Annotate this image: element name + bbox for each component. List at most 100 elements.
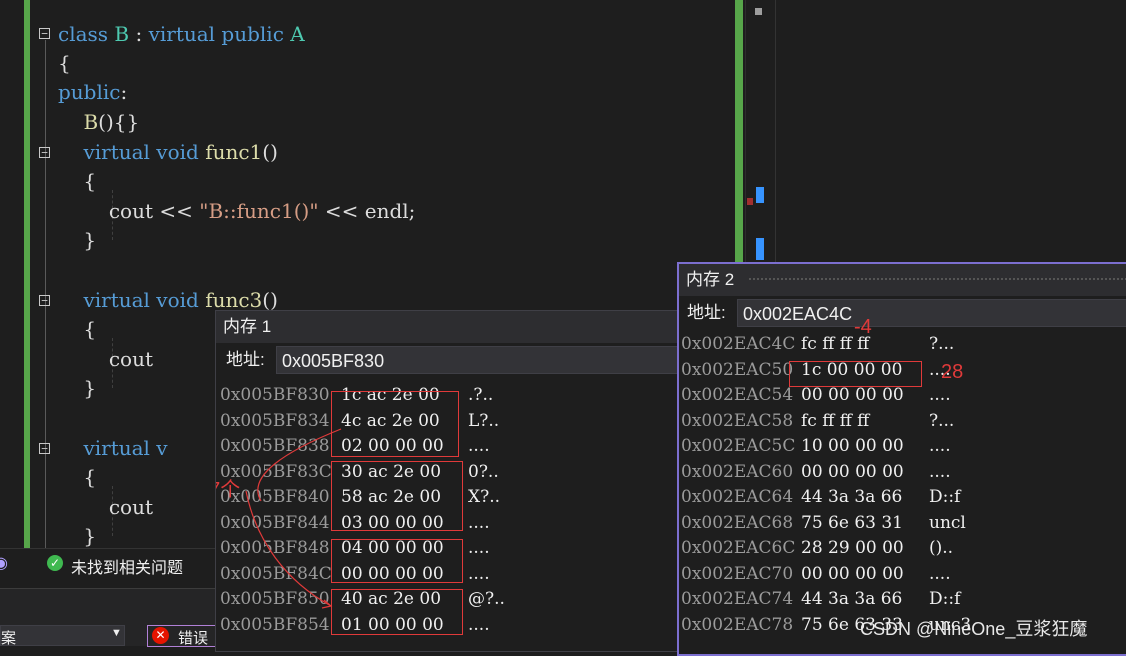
fold-toggle-icon[interactable]: − — [39, 147, 50, 158]
check-icon: ✓ — [47, 555, 63, 571]
code-line[interactable]: { — [58, 49, 71, 77]
scroll-marker — [756, 187, 764, 203]
code-token: << endl; — [318, 199, 416, 223]
highlight-box — [789, 361, 922, 387]
code-token: { — [58, 465, 97, 489]
memory-addr-cell: 0x002EAC54 — [681, 385, 794, 405]
annotation-minus4: -4 — [854, 316, 872, 338]
scroll-marker — [747, 198, 753, 205]
code-token: "B::func1()" — [199, 199, 319, 223]
code-token: { — [58, 169, 97, 193]
memory-addr-cell: 0x002EAC4C — [681, 334, 796, 354]
fold-toggle-icon[interactable]: − — [39, 443, 50, 454]
memory-hex-cell: 00 00 00 00 — [801, 461, 904, 482]
memory-hex-cell: 75 6e 63 31 — [801, 512, 903, 533]
code-line[interactable]: { — [58, 167, 96, 195]
code-token: { — [58, 51, 71, 75]
address-input[interactable]: 0x002EAC4C — [737, 299, 1126, 327]
memory-window-2-title-bar: 内存 2 — [679, 264, 1126, 296]
code-token: { — [58, 317, 97, 341]
code-token: (){} — [98, 110, 140, 134]
code-token: cout — [58, 347, 154, 371]
memory-row[interactable]: 0x002EAC6C 28 29 00 00 ().. — [679, 536, 1126, 562]
error-icon: ✕ — [152, 627, 169, 644]
memory-ascii-cell: .... — [929, 461, 951, 482]
code-line[interactable]: cout — [58, 345, 153, 373]
code-token: func1 — [205, 140, 263, 164]
editor-gutter — [0, 0, 24, 550]
code-token: : — [129, 22, 149, 46]
code-token: virtual v — [83, 436, 168, 460]
memory-row[interactable]: 0x002EAC60 00 00 00 00.... — [679, 460, 1126, 486]
info-icon: ◉ — [0, 555, 8, 572]
code-token: B — [83, 110, 99, 134]
fold-toggle-icon[interactable]: − — [39, 28, 50, 39]
code-token: } — [58, 524, 97, 548]
memory-addr-cell: 0x002EAC58 — [681, 410, 794, 431]
memory-addr-cell: 0x002EAC74 — [681, 589, 794, 609]
memory-window-2-address-bar: 地址: 0x002EAC4C — [679, 296, 1126, 330]
memory-window-2[interactable]: 内存 2 地址: 0x002EAC4C 0x002EAC4C fc ff ff f… — [677, 262, 1126, 656]
memory-row[interactable]: 0x002EAC68 75 6e 63 31 uncl — [679, 511, 1126, 537]
memory-addr-cell: 0x002EAC68 — [681, 512, 794, 533]
memory-row[interactable]: 0x002EAC5C 10 00 00 00.... — [679, 434, 1126, 460]
memory-ascii-cell: ?... — [929, 334, 955, 354]
code-line[interactable]: virtual v — [58, 434, 168, 462]
code-token: } — [58, 228, 97, 252]
memory-ascii-cell: .... — [929, 385, 951, 405]
memory-ascii-cell: D::f — [929, 487, 961, 507]
memory-row[interactable]: 0x002EAC70 00 00 00 00.... — [679, 562, 1126, 588]
memory-ascii-cell: uncl — [929, 512, 966, 533]
annotation-27: 27个 — [216, 479, 241, 501]
memory-hex-cell: 44 3a 3a 66 — [801, 487, 903, 507]
memory-addr-cell: 0x002EAC78 — [681, 614, 794, 635]
code-line[interactable]: virtual void func1() — [58, 138, 278, 166]
solution-dropdown[interactable]: 案 ▼ — [0, 625, 125, 647]
code-line[interactable]: class B : virtual public A — [58, 20, 305, 48]
issues-status-bar: ◉ ✓ 未找到相关问题 — [0, 548, 215, 579]
memory-row[interactable]: 0x002EAC58 fc ff ff ff?... — [679, 409, 1126, 435]
memory-row[interactable]: 0x002EAC74 44 3a 3a 66 D::f — [679, 587, 1126, 613]
code-line[interactable]: cout — [58, 493, 153, 521]
code-token: B — [114, 22, 130, 46]
memory-ascii-cell: ?... — [929, 410, 955, 431]
code-line[interactable]: public: — [58, 78, 127, 106]
fold-toggle-icon[interactable]: − — [39, 295, 50, 306]
memory-window-1[interactable]: 内存 1 地址: 0x005BF830 0x005BF830 1c ac 2e 0… — [215, 310, 679, 652]
watermark: CSDN @NineOne_豆浆狂魔 — [860, 619, 1088, 639]
memory-hex-cell: 00 00 00 00 — [801, 563, 904, 584]
annotation-arrows — [245, 428, 342, 609]
annotation-28: 28 — [941, 361, 964, 383]
code-token: () — [262, 288, 278, 312]
code-line[interactable]: } — [58, 226, 96, 254]
code-token: cout — [58, 495, 154, 519]
memory-addr-cell: 0x002EAC64 — [681, 487, 794, 507]
code-line[interactable]: } — [58, 522, 96, 550]
code-token: A — [290, 22, 305, 46]
memory-window-2-title: 内存 2 — [686, 270, 735, 289]
code-token: () — [262, 140, 278, 164]
code-token: cout << — [58, 199, 200, 223]
memory-addr-cell: 0x002EAC5C — [681, 436, 796, 456]
code-line[interactable]: } — [58, 374, 96, 402]
code-token: virtual void — [83, 288, 206, 312]
memory-addr-cell: 0x002EAC70 — [681, 563, 794, 584]
memory-ascii-cell: .... — [929, 563, 951, 584]
error-filter-button[interactable]: ✕ 错误 — [147, 625, 217, 647]
memory-hex-cell: fc ff ff ff — [801, 410, 870, 431]
memory-row[interactable]: 0x002EAC4C fc ff ff ff?... — [679, 332, 1126, 358]
change-indicator-bar — [24, 0, 30, 550]
scroll-marker — [755, 8, 762, 15]
code-token: } — [58, 376, 97, 400]
code-line[interactable]: cout << "B::func1()" << endl; — [58, 197, 416, 225]
code-token: public — [58, 80, 121, 104]
address-label: 地址: — [687, 303, 726, 322]
code-line[interactable]: { — [58, 463, 96, 491]
code-line[interactable]: B(){} — [58, 108, 139, 136]
memory-row[interactable]: 0x002EAC64 44 3a 3a 66 D::f — [679, 485, 1126, 511]
memory-ascii-cell: .... — [929, 436, 951, 456]
code-line[interactable]: { — [58, 315, 96, 343]
